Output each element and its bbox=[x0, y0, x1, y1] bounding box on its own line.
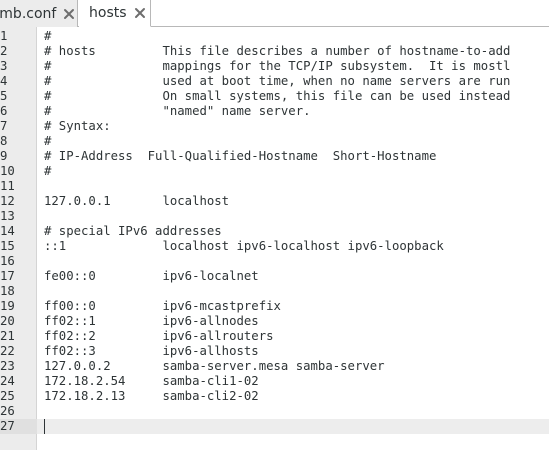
line-text[interactable]: ff02::2 ipv6-allrouters bbox=[44, 329, 274, 344]
line-number: 20 bbox=[0, 314, 15, 328]
editor-line[interactable]: 5 # On small systems, this file can be us… bbox=[0, 89, 549, 104]
editor-line[interactable]: 1 # bbox=[0, 29, 549, 44]
line-text[interactable]: ::1 localhost ipv6-localhost ipv6-loopba… bbox=[44, 239, 444, 254]
line-number: 18 bbox=[0, 284, 15, 298]
line-number: 19 bbox=[0, 299, 15, 313]
line-text[interactable]: # used at boot time, when no name server… bbox=[44, 74, 510, 89]
line-text[interactable]: ff02::1 ipv6-allnodes bbox=[44, 314, 259, 329]
editor-line[interactable]: 27 bbox=[0, 419, 549, 434]
line-text[interactable]: # "named" name server. bbox=[44, 104, 311, 119]
tab-smb-conf[interactable]: smb.conf bbox=[0, 0, 78, 27]
tab-hosts[interactable]: hosts bbox=[79, 0, 151, 27]
line-number: 8 bbox=[0, 134, 8, 148]
editor-line[interactable]: 7 # Syntax: bbox=[0, 119, 549, 134]
editor-line[interactable]: 16 bbox=[0, 254, 549, 269]
line-number: 9 bbox=[0, 149, 8, 163]
line-number: 12 bbox=[0, 194, 15, 208]
line-number: 25 bbox=[0, 389, 15, 403]
tab-label: smb.conf bbox=[0, 5, 57, 22]
line-number: 6 bbox=[0, 104, 8, 118]
tab-bar: smb.conf hosts bbox=[0, 0, 549, 27]
line-text[interactable]: 172.18.2.54 samba-cli1-02 bbox=[44, 374, 259, 389]
editor-line[interactable]: 9 # IP-Address Full-Qualified-Hostname Sh… bbox=[0, 149, 549, 164]
tab-label: hosts bbox=[89, 5, 127, 21]
line-text[interactable]: # On small systems, this file can be use… bbox=[44, 89, 510, 104]
editor-line[interactable]: 23 127.0.0.2 samba-server.mesa samba-serv… bbox=[0, 359, 549, 374]
line-text[interactable]: # mappings for the TCP/IP subsystem. It … bbox=[44, 59, 510, 74]
editor-line[interactable]: 17 fe00::0 ipv6-localnet bbox=[0, 269, 549, 284]
line-text[interactable]: # IP-Address Full-Qualified-Hostname Sho… bbox=[44, 149, 436, 164]
close-icon[interactable] bbox=[133, 6, 147, 20]
editor-line[interactable]: 3 # mappings for the TCP/IP subsystem. It… bbox=[0, 59, 549, 74]
editor-line[interactable]: 19 ff00::0 ipv6-mcastprefix bbox=[0, 299, 549, 314]
editor-line[interactable]: 25 172.18.2.13 samba-cli2-02 bbox=[0, 389, 549, 404]
editor-line[interactable]: 11 bbox=[0, 179, 549, 194]
line-number: 5 bbox=[0, 89, 8, 103]
editor-line[interactable]: 18 bbox=[0, 284, 549, 299]
line-number: 16 bbox=[0, 254, 15, 268]
line-number: 26 bbox=[0, 404, 15, 418]
editor-line[interactable]: 2 # hosts This file describes a number of… bbox=[0, 44, 549, 59]
line-text[interactable]: # Syntax: bbox=[44, 119, 111, 134]
line-number: 27 bbox=[0, 419, 37, 434]
line-text[interactable]: # hosts This file describes a number of … bbox=[44, 44, 510, 59]
editor-line[interactable]: 14 # special IPv6 addresses bbox=[0, 224, 549, 239]
line-text[interactable]: # bbox=[44, 164, 51, 179]
line-number: 24 bbox=[0, 374, 15, 388]
line-number: 13 bbox=[0, 209, 15, 223]
line-text[interactable]: # bbox=[44, 134, 51, 149]
line-number: 21 bbox=[0, 329, 15, 343]
line-number: 4 bbox=[0, 74, 8, 88]
editor-line[interactable]: 15::1 localhost ipv6-localhost ipv6-loop… bbox=[0, 239, 549, 254]
editor-line[interactable]: 21 ff02::2 ipv6-allrouters bbox=[0, 329, 549, 344]
text-editor[interactable]: 1 #2 # hosts This file describes a number … bbox=[0, 29, 549, 434]
close-icon[interactable] bbox=[62, 7, 75, 21]
editor-line[interactable]: 20 ff02::1 ipv6-allnodes bbox=[0, 314, 549, 329]
line-text[interactable]: # special IPv6 addresses bbox=[44, 224, 222, 239]
line-text[interactable]: fe00::0 ipv6-localnet bbox=[44, 269, 259, 284]
line-number: 10 bbox=[0, 164, 15, 178]
editor-line[interactable]: 12 127.0.0.1 localhost bbox=[0, 194, 549, 209]
editor-line[interactable]: 24 172.18.2.54 samba-cli1-02 bbox=[0, 374, 549, 389]
line-number: 23 bbox=[0, 359, 15, 373]
line-number: 7 bbox=[0, 119, 8, 133]
line-text[interactable]: ff02::3 ipv6-allhosts bbox=[44, 344, 259, 359]
editor-line[interactable]: 10 # bbox=[0, 164, 549, 179]
editor-line[interactable]: 13 bbox=[0, 209, 549, 224]
line-text[interactable]: 127.0.0.2 samba-server.mesa samba-server bbox=[44, 359, 385, 374]
line-number: 22 bbox=[0, 344, 15, 358]
line-text[interactable]: 172.18.2.13 samba-cli2-02 bbox=[44, 389, 259, 404]
line-text[interactable]: 127.0.0.1 localhost bbox=[44, 194, 229, 209]
text-cursor bbox=[44, 419, 45, 434]
editor-line[interactable]: 26 bbox=[0, 404, 549, 419]
line-text[interactable]: ff00::0 ipv6-mcastprefix bbox=[44, 299, 281, 314]
line-number: 17 bbox=[0, 269, 15, 283]
line-text[interactable]: # bbox=[44, 29, 51, 44]
line-number: 3 bbox=[0, 59, 8, 73]
line-number: 2 bbox=[0, 44, 8, 58]
editor-line[interactable]: 6 # "named" name server. bbox=[0, 104, 549, 119]
editor-line[interactable]: 8 # bbox=[0, 134, 549, 149]
line-number: 14 bbox=[0, 224, 15, 238]
editor-line[interactable]: 22 ff02::3 ipv6-allhosts bbox=[0, 344, 549, 359]
line-number: 15 bbox=[0, 239, 15, 253]
editor-line[interactable]: 4 # used at boot time, when no name serve… bbox=[0, 74, 549, 89]
line-number: 1 bbox=[0, 29, 8, 43]
line-number: 11 bbox=[0, 179, 15, 193]
